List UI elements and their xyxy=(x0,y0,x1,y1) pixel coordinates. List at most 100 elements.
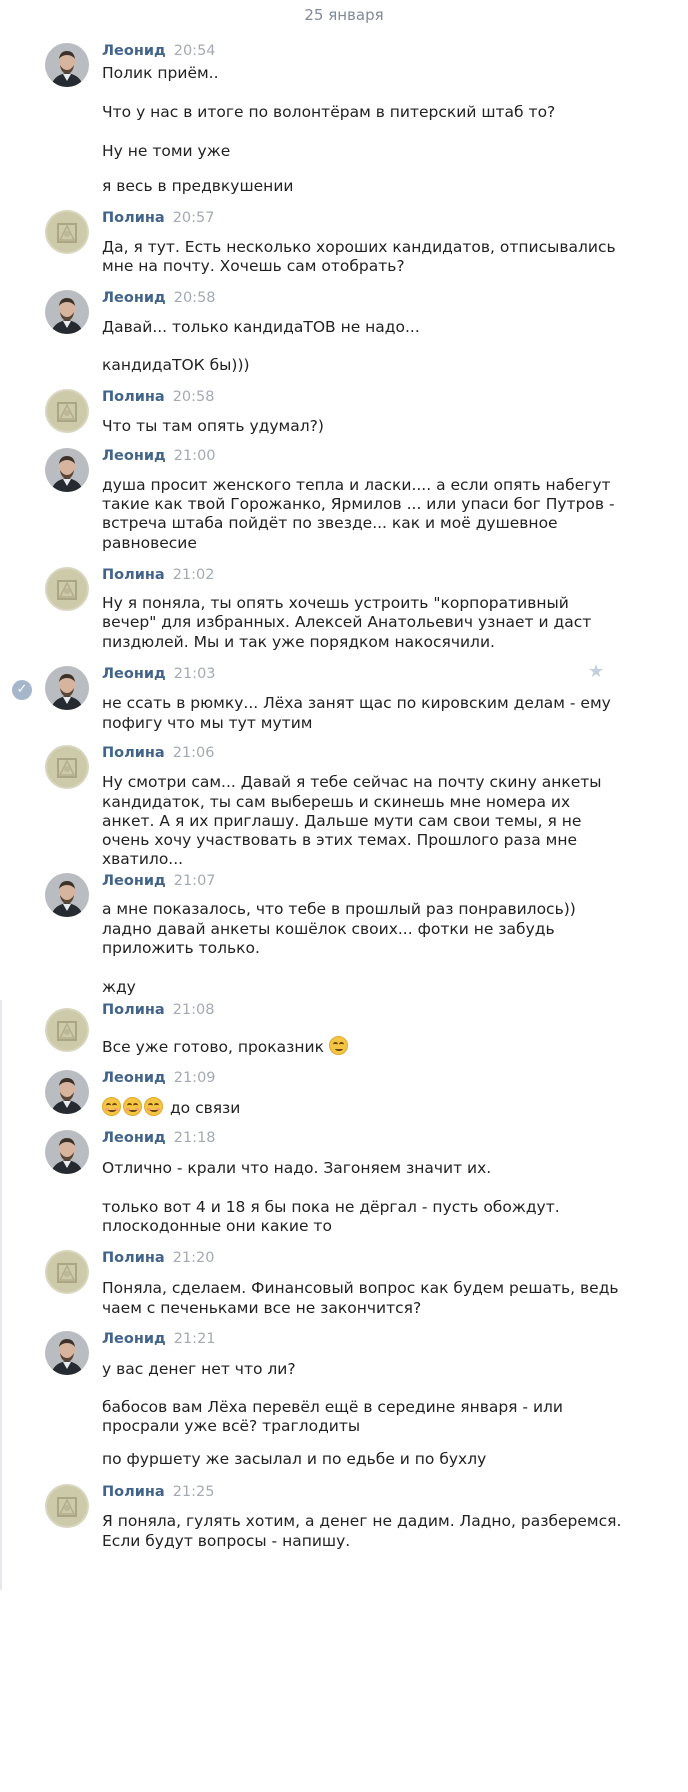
message-text-line: встреча штаба пойдёт по звезде... как и … xyxy=(102,512,558,534)
message-header: Леонид 20:54 xyxy=(102,43,216,59)
message-time[interactable]: 21:18 xyxy=(174,1130,216,1146)
message-time[interactable]: 21:21 xyxy=(174,1331,216,1347)
author-name[interactable]: Леонид xyxy=(102,290,166,306)
message-time[interactable]: 21:03 xyxy=(174,666,216,682)
message-text: Ну не томи уже xyxy=(102,142,231,160)
author-name[interactable]: Леонид xyxy=(102,448,166,464)
message-time[interactable]: 21:20 xyxy=(173,1250,215,1266)
message-time[interactable]: 21:02 xyxy=(173,567,215,583)
message-text: ладно давай анкеты кошёлок своих... фотк… xyxy=(102,920,555,938)
smiling-face-emoji-icon-3 xyxy=(144,1097,163,1116)
author-name[interactable]: Полина xyxy=(102,1002,165,1018)
message-text-line: Отлично - крали что надо. Загоняем значи… xyxy=(102,1157,491,1179)
message-header: Леонид 21:07 xyxy=(102,873,216,889)
message-text: по фуршету же засылал и по едьбе и по бу… xyxy=(102,1450,487,1468)
message-header: Полина 21:20 xyxy=(102,1250,214,1266)
message-text-line: пиздюлей. Мы и так уже порядком накосячи… xyxy=(102,631,495,653)
message-text-line: по фуршету же засылал и по едьбе и по бу… xyxy=(102,1448,486,1470)
message-text: встреча штаба пойдёт по звезде... как и … xyxy=(102,514,558,532)
message-text: кандидаТОК бы))) xyxy=(102,356,250,374)
message-text-line: Поняла, сделаем. Финансовый вопрос как б… xyxy=(102,1277,619,1299)
smiling-face-emoji-icon-1 xyxy=(102,1097,121,1116)
avatar[interactable] xyxy=(45,567,89,611)
avatar[interactable] xyxy=(45,745,89,789)
message-text-line: Давай... только кандидаТОВ не надо... xyxy=(102,316,420,338)
author-name[interactable]: Полина xyxy=(102,389,165,405)
avatar[interactable] xyxy=(45,1250,89,1294)
avatar[interactable] xyxy=(45,448,89,492)
message-header: Полина 20:58 xyxy=(102,389,214,405)
message-text-line: пофигу что мы тут мутим xyxy=(102,712,312,734)
message-text: Поняла, сделаем. Финансовый вопрос как б… xyxy=(102,1279,619,1297)
message-text: пофигу что мы тут мутим xyxy=(102,714,313,732)
message-text-line: Все уже готово, проказник xyxy=(102,1036,350,1058)
message-text: равновесие xyxy=(102,534,197,552)
message-text: просрали уже всё? траглодиты xyxy=(102,1417,361,1435)
avatar[interactable] xyxy=(45,1331,89,1375)
author-name[interactable]: Полина xyxy=(102,210,165,226)
message-text: плоскодонные они какие то xyxy=(102,1217,332,1235)
message-text: жду xyxy=(102,978,136,996)
avatar[interactable] xyxy=(45,1130,89,1174)
author-name[interactable]: Полина xyxy=(102,567,165,583)
avatar[interactable] xyxy=(45,1070,89,1114)
message-text-line: я весь в предвкушении xyxy=(102,175,293,197)
message-header: Полина 21:25 xyxy=(102,1484,214,1500)
avatar[interactable] xyxy=(45,43,89,87)
message-time[interactable]: 20:58 xyxy=(173,389,215,405)
message-time[interactable]: 20:57 xyxy=(173,210,215,226)
message-text-line: вечер" для избранных. Алексей Анатольеви… xyxy=(102,611,591,633)
message-text: вечер" для избранных. Алексей Анатольеви… xyxy=(102,613,592,631)
message-text: Ну смотри сам... Давай я тебе сейчас на … xyxy=(102,773,602,791)
message-text: Полик приём.. xyxy=(102,64,219,82)
message-text-line: Что у нас в итоге по волонтёрам в питерс… xyxy=(102,101,555,123)
message-time[interactable]: 21:00 xyxy=(174,448,216,464)
message-header: Леонид 21:09 xyxy=(102,1070,216,1086)
message-text: Все уже готово, проказник xyxy=(102,1038,324,1056)
avatar[interactable] xyxy=(45,389,89,433)
selected-check-icon[interactable]: ✓ xyxy=(12,680,32,700)
message-time[interactable]: 21:25 xyxy=(173,1484,215,1500)
message-text: у вас денег нет что ли? xyxy=(102,1360,296,1378)
avatar[interactable] xyxy=(45,290,89,334)
message-text: Я поняла, гулять хотим, а денег не дадим… xyxy=(102,1512,622,1530)
message-text: приложить только. xyxy=(102,939,260,957)
message-time[interactable]: 20:54 xyxy=(174,43,216,59)
author-name[interactable]: Леонид xyxy=(102,1070,166,1086)
message-text: я весь в предвкушении xyxy=(102,177,294,195)
author-name[interactable]: Полина xyxy=(102,745,165,761)
author-name[interactable]: Леонид xyxy=(102,873,166,889)
message-header: Полина 21:02 xyxy=(102,567,214,583)
avatar[interactable] xyxy=(45,873,89,917)
avatar[interactable] xyxy=(45,210,89,254)
message-text: Если будут вопросы - напишу. xyxy=(102,1532,351,1550)
avatar[interactable] xyxy=(45,666,89,710)
message-time[interactable]: 21:06 xyxy=(173,745,215,761)
message-text-line: плоскодонные они какие то xyxy=(102,1215,332,1237)
message-text-line: равновесие xyxy=(102,532,197,554)
message-header: Полина 21:08 xyxy=(102,1002,214,1018)
message-text: мне на почту. Хочешь сам отобрать? xyxy=(102,257,405,275)
star-icon[interactable]: ★ xyxy=(588,661,604,682)
message-text: анкет. А я их приглашу. Дальше мути сам … xyxy=(102,812,582,830)
author-name[interactable]: Полина xyxy=(102,1250,165,1266)
message-text: хватило... xyxy=(102,850,184,868)
message-text: только вот 4 и 18 я бы пока не дёргал - … xyxy=(102,1198,560,1216)
author-name[interactable]: Леонид xyxy=(102,1331,166,1347)
message-time[interactable]: 21:09 xyxy=(174,1070,216,1086)
message-text-line: Я поняла, гулять хотим, а денег не дадим… xyxy=(102,1510,621,1532)
author-name[interactable]: Леонид xyxy=(102,43,166,59)
author-name[interactable]: Полина xyxy=(102,1484,165,1500)
message-header: Леонид 21:00 xyxy=(102,448,216,464)
message-text: Отлично - крали что надо. Загоняем значи… xyxy=(102,1159,492,1177)
message-text: чаем с печеньками все не закончится? xyxy=(102,1299,422,1317)
message-time[interactable]: 21:08 xyxy=(173,1002,215,1018)
message-time[interactable]: 21:07 xyxy=(174,873,216,889)
avatar[interactable] xyxy=(45,1484,89,1528)
author-name[interactable]: Леонид xyxy=(102,666,166,682)
avatar[interactable] xyxy=(45,1008,89,1052)
message-time[interactable]: 20:58 xyxy=(174,290,216,306)
message-text: пиздюлей. Мы и так уже порядком накосячи… xyxy=(102,633,495,651)
author-name[interactable]: Леонид xyxy=(102,1130,166,1146)
message-header: Леонид 21:21 xyxy=(102,1331,216,1347)
